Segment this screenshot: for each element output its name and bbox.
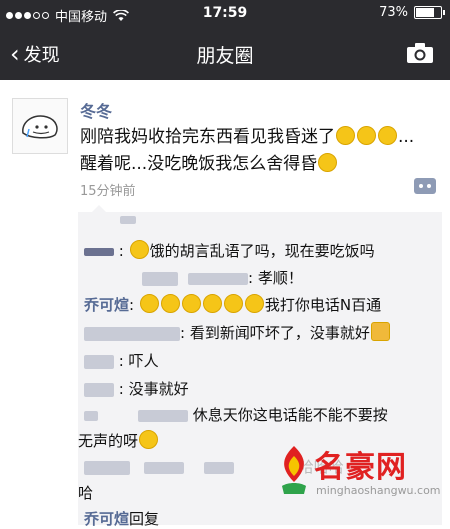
page-title: 朋友圈 xyxy=(196,45,254,67)
emoji-icon xyxy=(202,294,222,313)
post-text: 刚陪我妈收拾完东西看见我昏迷了... 醒着呢...没吃晚饭我怎么舍得昏 xyxy=(80,124,440,178)
comment-text: 看到新闻吓坏了，没事就好 xyxy=(189,324,370,342)
redacted-name xyxy=(188,272,248,285)
emoji-icon xyxy=(336,126,355,145)
emoji-icon xyxy=(357,126,376,145)
watermark-text: 名豪网 xyxy=(314,450,407,485)
comment-item[interactable]: 休息天你这电话能不能不要按 xyxy=(84,404,388,425)
redacted-name xyxy=(204,461,234,474)
camera-icon[interactable] xyxy=(406,42,434,64)
emoji-icon xyxy=(129,240,149,259)
emoji-icon xyxy=(160,294,180,313)
redacted-name xyxy=(84,382,114,397)
redacted-name xyxy=(144,461,184,474)
comment-item[interactable]: 乔可煊: 我打你电话N百通 xyxy=(84,294,381,315)
watermark-logo-icon xyxy=(282,446,306,494)
comment-text: 回复 xyxy=(129,510,160,528)
comment-text: 休息天你这电话能不能不要按 xyxy=(192,406,388,424)
comment-item[interactable]: : 看到新闻吓坏了，没事就好 xyxy=(84,322,391,343)
watermark: 名豪网 minghaoshangwu.com xyxy=(274,440,444,520)
redacted-name xyxy=(84,460,130,475)
comment-text: 孝顺！ xyxy=(257,269,303,287)
comment-author[interactable]: 乔可煊 xyxy=(84,296,129,314)
status-bar: 中国移动 17:59 73% xyxy=(0,0,450,28)
post-author[interactable]: 冬冬 xyxy=(80,98,112,122)
emoji-icon xyxy=(139,294,159,313)
battery-icon xyxy=(414,6,445,19)
avatar[interactable] xyxy=(12,98,68,154)
emoji-icon xyxy=(244,294,264,313)
comment-item[interactable]: : 孝顺！ xyxy=(84,267,303,288)
post-text-ellipsis: ... xyxy=(398,127,415,147)
post-text-line1: 刚陪我妈收拾完东西看见我昏迷了 xyxy=(80,127,335,147)
comment-text: 吓人 xyxy=(128,352,159,370)
emoji-icon xyxy=(181,294,201,313)
post-text-line2: 醒着呢...没吃晚饭我怎么舍得昏 xyxy=(80,154,318,174)
emoji-icon xyxy=(223,294,243,313)
comment-menu-icon[interactable] xyxy=(414,178,436,194)
comment-item-continued[interactable]: 无声的呀 xyxy=(78,430,159,451)
comment-text: 饿的胡言乱语了吗，现在要吃饭吗 xyxy=(149,242,375,260)
emoji-icon xyxy=(139,430,159,449)
comment-text: 无声的呀 xyxy=(78,432,139,450)
post-time: 15分钟前 xyxy=(80,184,136,199)
comment-text: 没事就好 xyxy=(128,380,189,398)
redacted-name xyxy=(142,271,178,286)
emoji-icon xyxy=(318,153,338,172)
redacted-name xyxy=(84,326,180,341)
watermark-url: minghaoshangwu.com xyxy=(316,484,441,497)
redacted-name xyxy=(84,354,114,369)
pray-emoji-icon xyxy=(370,322,390,341)
comment-item[interactable]: : 饿的胡言乱语了吗，现在要吃饭吗 xyxy=(84,240,375,261)
comment-item[interactable]: : 吓人 xyxy=(84,350,159,371)
comment-item[interactable]: : 没事就好 xyxy=(84,378,189,399)
comment-item[interactable]: 乔可煊回复 xyxy=(84,508,159,529)
status-right: 73% xyxy=(379,5,445,20)
comment-text: 哈 xyxy=(78,484,94,502)
battery-percent: 73% xyxy=(379,5,408,20)
comment-text: 我打你电话N百通 xyxy=(264,296,382,314)
redacted-block xyxy=(120,216,136,224)
redacted-name xyxy=(138,409,188,422)
nav-bar: ‹ 发现 朋友圈 xyxy=(0,28,450,80)
redacted-name xyxy=(84,247,114,256)
emoji-icon xyxy=(378,126,397,145)
comment-item-continued[interactable]: 哈 xyxy=(78,482,93,503)
redacted-name xyxy=(84,410,98,421)
comment-author[interactable]: 乔可煊 xyxy=(84,510,129,528)
